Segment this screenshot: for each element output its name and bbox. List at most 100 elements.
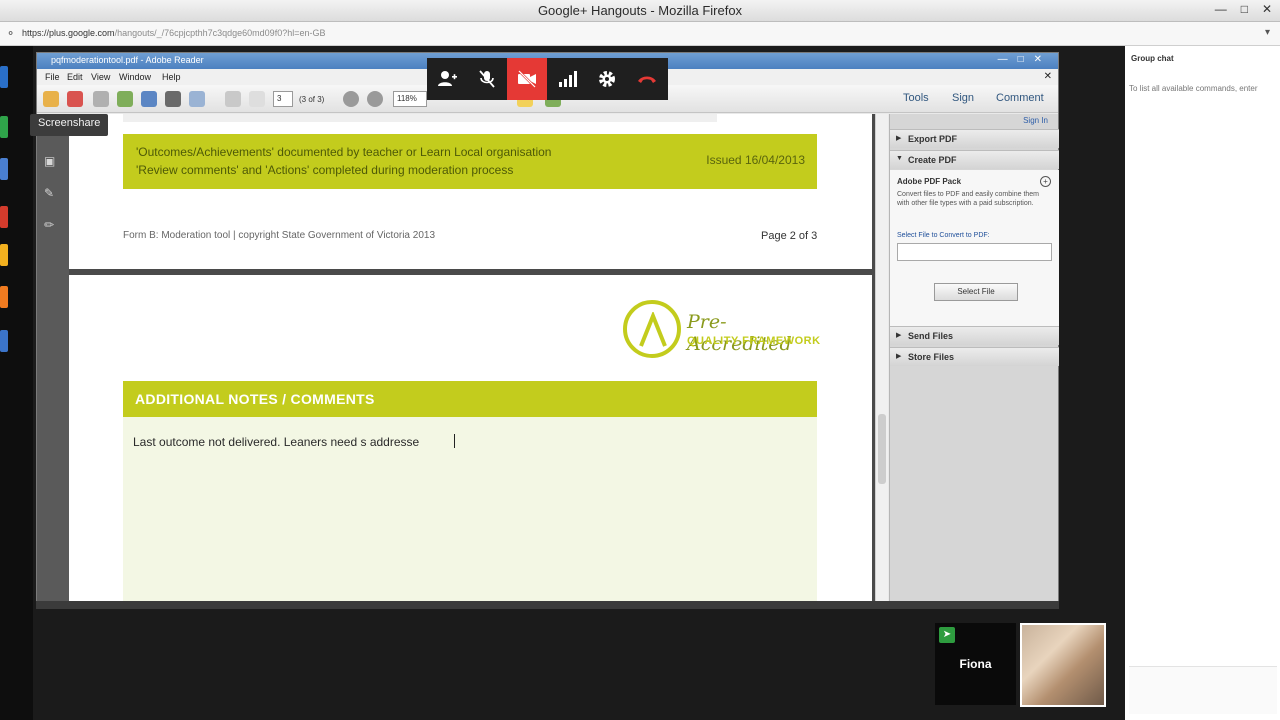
section-create-pdf[interactable]: ▼ Create PDF bbox=[890, 150, 1059, 169]
tab-sign[interactable]: Sign bbox=[952, 92, 974, 104]
url-host: https://plus.google.com bbox=[22, 28, 115, 38]
chat-hint: To list all available commands, enter bbox=[1129, 84, 1258, 93]
app-icon[interactable] bbox=[0, 116, 8, 138]
scrollbar-thumb[interactable] bbox=[878, 414, 886, 484]
hang-up-icon bbox=[638, 76, 656, 83]
tab-tools[interactable]: Tools bbox=[903, 92, 929, 104]
collapsed-arrow-icon: ▶ bbox=[896, 353, 902, 360]
zoom-input[interactable]: 118% bbox=[393, 91, 427, 107]
logo-text-primary: Pre-Accredited bbox=[687, 311, 792, 355]
logo-text-secondary: QUALITY FRAMEWORK bbox=[687, 335, 821, 347]
settings-button[interactable] bbox=[587, 58, 627, 100]
adobe-reader-window: pqfmoderationtool.pdf - Adobe Reader —□✕… bbox=[36, 52, 1059, 606]
info-icon[interactable]: + bbox=[1040, 176, 1051, 187]
issued-date: Issued 16/04/2013 bbox=[706, 153, 805, 167]
pdf-page-3: Pre-Accredited QUALITY FRAMEWORK ADDITIO… bbox=[69, 275, 872, 606]
pqf-logo: Pre-Accredited QUALITY FRAMEWORK bbox=[623, 297, 823, 363]
menu-file[interactable]: File bbox=[45, 72, 60, 82]
legend-line-1: 'Outcomes/Achievements' documented by te… bbox=[136, 145, 552, 159]
participant-tile-fiona[interactable]: ➤ Fiona bbox=[935, 623, 1016, 705]
mic-off-icon bbox=[479, 70, 495, 88]
section-label: Create PDF bbox=[908, 155, 957, 165]
text-caret bbox=[454, 434, 455, 448]
page-number-input[interactable]: 3 bbox=[273, 91, 293, 107]
section-send-files[interactable]: ▶ Send Files bbox=[890, 326, 1059, 345]
legend-band: 'Outcomes/Achievements' documented by te… bbox=[123, 134, 817, 189]
notes-text-field[interactable]: Last outcome not delivered. Leaners need… bbox=[123, 417, 817, 606]
open-icon[interactable] bbox=[43, 91, 59, 107]
section-label: Export PDF bbox=[908, 134, 958, 144]
tab-comment[interactable]: Comment bbox=[996, 92, 1044, 104]
lock-icon: ⚬ bbox=[6, 28, 16, 40]
mute-microphone-button[interactable] bbox=[467, 58, 507, 100]
menu-help[interactable]: Help bbox=[162, 72, 181, 82]
url-bar[interactable]: ⚬ https://plus.google.com/hangouts/_/76c… bbox=[0, 22, 1280, 46]
url-text[interactable]: https://plus.google.com/hangouts/_/76cpj… bbox=[22, 28, 325, 38]
section-export-pdf[interactable]: ▶ Export PDF bbox=[890, 129, 1059, 148]
call-toolbar bbox=[427, 58, 668, 100]
zoom-out-icon[interactable] bbox=[343, 91, 359, 107]
browser-title-bar: Google+ Hangouts - Mozilla Firefox — □ ✕ bbox=[0, 0, 1280, 22]
app-icon[interactable] bbox=[0, 330, 8, 352]
attachment-icon[interactable]: ✎ bbox=[44, 186, 58, 200]
participant-video-self[interactable] bbox=[1020, 623, 1106, 707]
adobe-window-controls[interactable]: —□✕ bbox=[998, 54, 1052, 65]
next-page-icon[interactable] bbox=[249, 91, 265, 107]
print-icon[interactable] bbox=[165, 91, 181, 107]
edit-icon[interactable] bbox=[93, 91, 109, 107]
logo-ring-icon bbox=[623, 300, 681, 358]
app-icon[interactable] bbox=[0, 206, 8, 228]
adobe-title: pqfmoderationtool.pdf - Adobe Reader bbox=[51, 55, 204, 65]
turn-off-camera-button[interactable] bbox=[507, 58, 547, 100]
hangouts-apps-strip bbox=[0, 46, 33, 720]
page-footer-number: Page 2 of 3 bbox=[761, 230, 818, 242]
sign-in-link[interactable]: Sign In bbox=[1023, 116, 1048, 125]
document-scrollbar[interactable] bbox=[875, 114, 888, 606]
previous-page-icon[interactable] bbox=[225, 91, 241, 107]
pack-title: Adobe PDF Pack bbox=[897, 177, 962, 186]
close-document-icon[interactable]: ✕ bbox=[1044, 71, 1052, 82]
group-chat-panel: Group chat To list all available command… bbox=[1125, 46, 1280, 720]
create-icon[interactable] bbox=[67, 91, 83, 107]
url-dropdown-icon[interactable]: ▾ bbox=[1265, 27, 1270, 38]
screenshare-tooltip: Screenshare bbox=[30, 114, 109, 136]
email-icon[interactable] bbox=[189, 91, 205, 107]
maximize-icon[interactable]: □ bbox=[1241, 2, 1248, 16]
document-view[interactable]: 'Outcomes/Achievements' documented by te… bbox=[69, 114, 875, 606]
expanded-arrow-icon: ▼ bbox=[896, 155, 903, 162]
pages-icon[interactable]: ▣ bbox=[44, 154, 58, 168]
chat-input[interactable] bbox=[1129, 666, 1277, 714]
section-store-files[interactable]: ▶ Store Files bbox=[890, 347, 1059, 366]
tools-pane: Sign In ▶ Export PDF ▼ Create PDF Adobe PD… bbox=[889, 114, 1059, 606]
zoom-in-icon[interactable] bbox=[367, 91, 383, 107]
close-icon[interactable]: ✕ bbox=[1262, 2, 1272, 16]
page-count: (3 of 3) bbox=[299, 95, 325, 104]
camera-off-icon bbox=[518, 70, 536, 88]
menu-view[interactable]: View bbox=[91, 72, 110, 82]
select-file-button[interactable]: Select File bbox=[934, 283, 1018, 301]
app-icon[interactable] bbox=[0, 244, 8, 266]
app-icon[interactable] bbox=[0, 286, 8, 308]
signature-icon[interactable]: ✏ bbox=[44, 218, 58, 232]
section-label: Store Files bbox=[908, 352, 955, 362]
shared-screen-taskbar bbox=[36, 601, 1059, 609]
select-file-label: Select File to Convert to PDF: bbox=[897, 232, 990, 239]
hang-up-button[interactable] bbox=[627, 58, 667, 100]
app-icon[interactable] bbox=[0, 66, 8, 88]
menu-window[interactable]: Window bbox=[119, 72, 151, 82]
minimize-icon[interactable]: — bbox=[1215, 2, 1227, 16]
cloud-icon[interactable] bbox=[117, 91, 133, 107]
gear-icon bbox=[599, 71, 615, 87]
menu-edit[interactable]: Edit bbox=[67, 72, 83, 82]
url-path: /hangouts/_/76cpjcpthh7c3qdge60md09f0?hl… bbox=[114, 28, 326, 38]
invite-people-button[interactable] bbox=[427, 58, 467, 100]
save-icon[interactable] bbox=[141, 91, 157, 107]
app-icon[interactable] bbox=[0, 158, 8, 180]
pack-description: Convert files to PDF and easily combine … bbox=[897, 191, 1040, 207]
participant-name: Fiona bbox=[959, 657, 992, 671]
screenshare-badge-icon: ➤ bbox=[939, 627, 955, 643]
bandwidth-button[interactable] bbox=[547, 58, 587, 100]
file-path-input[interactable] bbox=[897, 243, 1052, 261]
notes-text: Last outcome not delivered. Leaners need… bbox=[133, 435, 420, 449]
window-controls: — □ ✕ bbox=[1215, 2, 1272, 16]
